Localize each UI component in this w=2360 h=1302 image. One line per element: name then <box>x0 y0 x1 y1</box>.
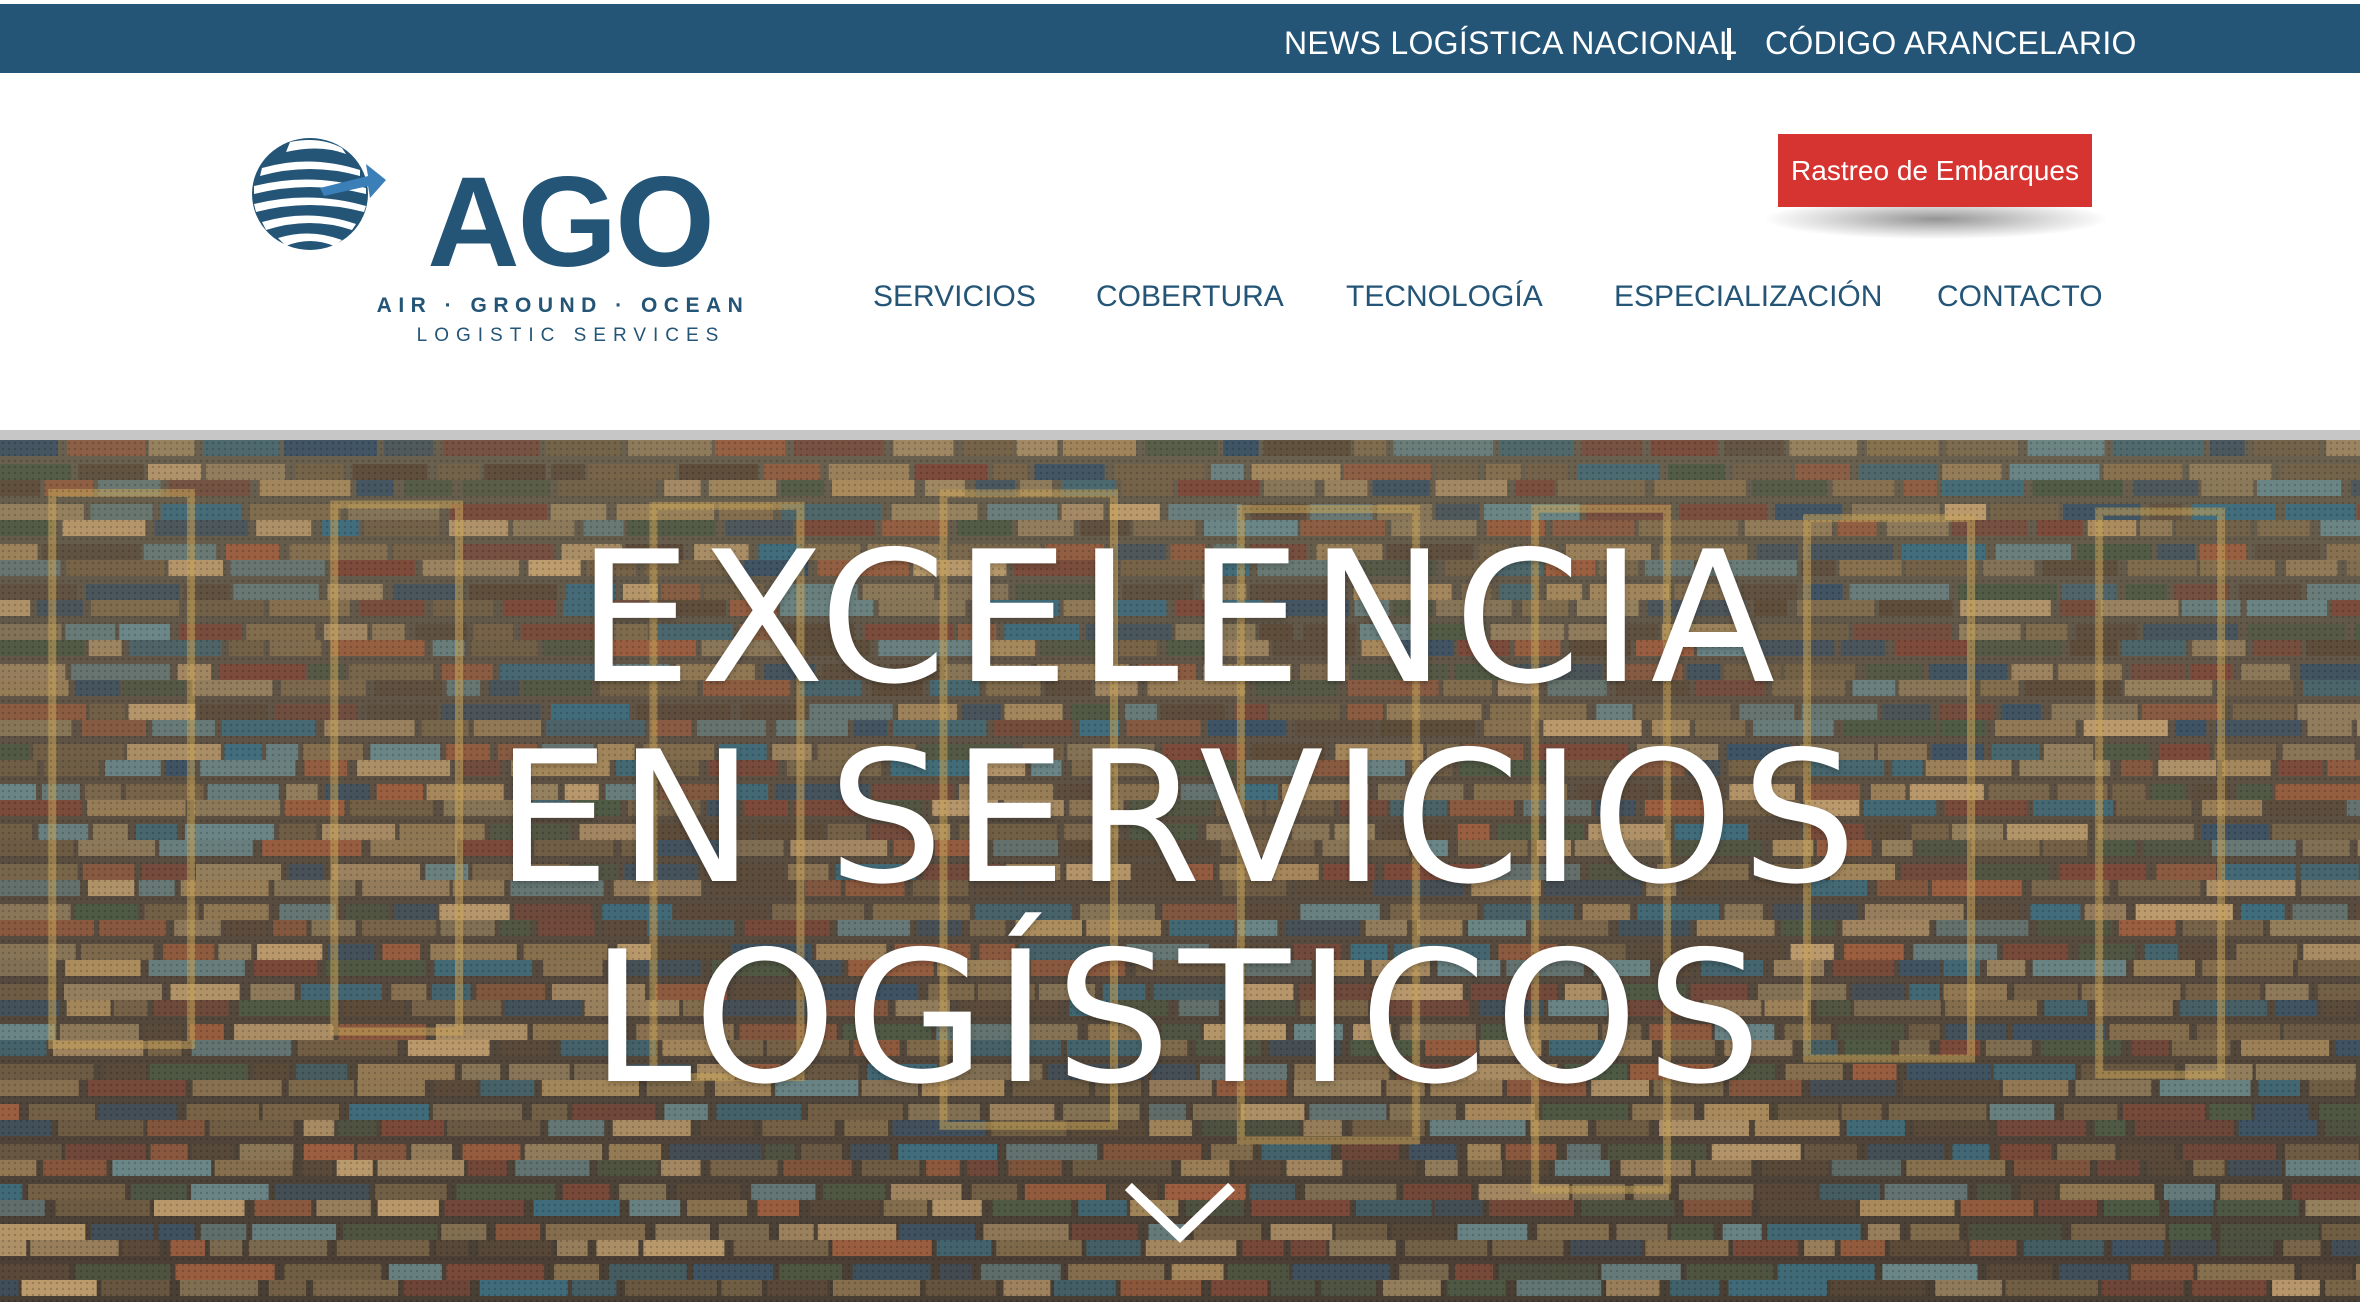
hero-title-line: EXCELENCIA <box>576 512 1784 724</box>
rastreo-embarques-button[interactable]: Rastreo de Embarques <box>1778 134 2092 207</box>
nav-especializacion[interactable]: ESPECIALIZACIÓN <box>1614 272 1882 322</box>
news-logistica-link[interactable]: NEWS LOGÍSTICA NACIONAL <box>1284 4 1737 73</box>
chevron-down-icon[interactable] <box>1124 1180 1236 1246</box>
hero-top-border <box>0 430 2360 440</box>
hero-title-line: EN SERVICIOS <box>495 712 1865 924</box>
top-utility-bar: NEWS LOGÍSTICA NACIONAL CÓDIGO ARANCELAR… <box>0 4 2360 73</box>
hero-section: EXCELENCIA EN SERVICIOS LOGÍSTICOS <box>0 440 2360 1302</box>
hero-title: EXCELENCIA EN SERVICIOS LOGÍSTICOS <box>0 518 2360 1118</box>
logo-tagline: AIR · GROUND · OCEAN <box>376 294 750 317</box>
logo-wordmark: AGO <box>427 151 715 294</box>
hero-title-line: LOGÍSTICOS <box>590 912 1770 1124</box>
nav-tecnologia[interactable]: TECNOLOGÍA <box>1346 272 1543 322</box>
nav-cobertura[interactable]: COBERTURA <box>1096 272 1284 322</box>
topbar-divider <box>1727 28 1731 60</box>
codigo-arancelario-link[interactable]: CÓDIGO ARANCELARIO <box>1765 4 2137 73</box>
nav-servicios[interactable]: SERVICIOS <box>873 272 1036 322</box>
nav-contacto[interactable]: CONTACTO <box>1937 272 2103 322</box>
logo-subtitle: LOGISTIC SERVICES <box>416 325 726 346</box>
